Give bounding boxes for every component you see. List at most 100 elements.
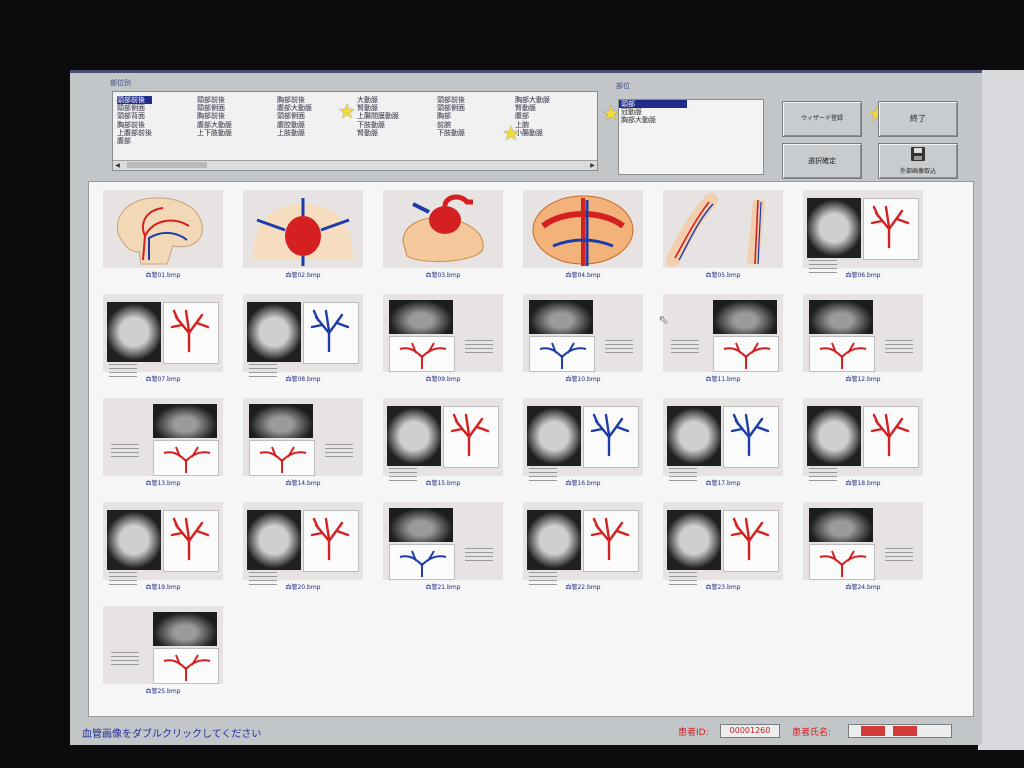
angiogram-image: [103, 190, 223, 268]
category-item[interactable]: 頭部前後: [437, 96, 465, 104]
angiogram-image: [243, 398, 363, 476]
category-item[interactable]: 下肢動脈: [437, 129, 465, 137]
vessel-drawing: [443, 406, 499, 468]
thumbnail-item[interactable]: 血管04.bmp: [523, 190, 643, 280]
thumbnail-item[interactable]: 血管20.bmp: [243, 502, 363, 592]
exit-button[interactable]: 終了: [878, 101, 958, 137]
selected-item[interactable]: 冠動脈: [619, 108, 763, 116]
category-item[interactable]: 腹腔動脈: [277, 121, 312, 129]
thumbnail-item[interactable]: 血管11.bmp: [663, 294, 783, 384]
category-item[interactable]: 小腸動脈: [515, 129, 550, 137]
thumbnail-item[interactable]: 血管24.bmp: [803, 502, 923, 592]
xray-photo: [387, 406, 441, 466]
thumbnail-item[interactable]: 血管16.bmp: [523, 398, 643, 488]
thumbnail-item[interactable]: 血管22.bmp: [523, 502, 643, 592]
thumbnail-caption: 血管22.bmp: [565, 584, 601, 591]
category-item[interactable]: 下肢動脈: [357, 121, 399, 129]
thumbnail-item[interactable]: 血管02.bmp: [243, 190, 363, 280]
category-item[interactable]: 大動脈: [357, 96, 399, 104]
category-item[interactable]: 上腹部前後: [117, 129, 152, 137]
thumbnail-item[interactable]: 血管06.bmp: [803, 190, 923, 280]
thumbnail-item[interactable]: 血管01.bmp: [103, 190, 223, 280]
patient-id-label: 患者ID:: [678, 728, 709, 738]
xray-photo: [809, 508, 873, 542]
category-item-selected[interactable]: 頭部前後: [117, 96, 152, 105]
category-item[interactable]: 頸部前後: [197, 96, 232, 104]
category-column: 大動脈 腎動脈 上腸間膜動脈 下肢動脈 腎動脈: [357, 96, 399, 137]
category-item[interactable]: 上肢動脈: [277, 129, 312, 137]
thumbnail-item[interactable]: 血管25.bmp: [103, 606, 223, 696]
text-notes: [111, 652, 139, 672]
category-item[interactable]: 腹部: [515, 112, 550, 120]
category-item[interactable]: 胸部前後: [117, 121, 152, 129]
category-item[interactable]: 前腕: [437, 121, 465, 129]
thumbnail-caption: 血管17.bmp: [705, 480, 741, 487]
thumbnail-caption: 血管07.bmp: [145, 376, 181, 383]
wizard-register-button[interactable]: ウィザード登録: [782, 101, 862, 137]
category-item[interactable]: 胸部前後: [197, 112, 232, 120]
xray-photo: [527, 406, 581, 466]
category-item[interactable]: 腹部大動脈: [197, 121, 232, 129]
selected-group-label: 部位: [616, 82, 630, 90]
xray-photo: [809, 300, 873, 334]
thumbnail-item[interactable]: 血管08.bmp: [243, 294, 363, 384]
thumbnail-item[interactable]: 血管17.bmp: [663, 398, 783, 488]
vessel-drawing: [529, 336, 595, 372]
thumbnail-caption: 血管20.bmp: [285, 584, 321, 591]
vessel-drawing: [723, 510, 779, 572]
category-item[interactable]: 胸部: [437, 112, 465, 120]
import-external-image-button[interactable]: 外部画像取込: [878, 143, 958, 179]
thumbnail-item[interactable]: 血管13.bmp: [103, 398, 223, 488]
thumbnail-item[interactable]: 血管09.bmp: [383, 294, 503, 384]
thumbnail-item[interactable]: 血管14.bmp: [243, 398, 363, 488]
vessel-drawing: [163, 510, 219, 572]
xray-photo: [389, 300, 453, 334]
thumbnail-item[interactable]: 血管10.bmp: [523, 294, 643, 384]
thumbnail-item[interactable]: 血管18.bmp: [803, 398, 923, 488]
thumbnail-item[interactable]: 血管12.bmp: [803, 294, 923, 384]
thumbnail-caption: 血管25.bmp: [145, 688, 181, 695]
thumbnail-item[interactable]: 血管05.bmp: [663, 190, 783, 280]
confirm-selection-button[interactable]: 選択確定: [782, 143, 862, 179]
scrollbar-thumb[interactable]: [127, 162, 207, 168]
category-item[interactable]: 頭部背面: [117, 112, 152, 120]
category-item[interactable]: 上腸間膜動脈: [357, 112, 399, 120]
angiogram-image: [103, 502, 223, 585]
thumbnail-caption: 血管01.bmp: [145, 272, 181, 279]
vessel-drawing: [153, 648, 219, 684]
selected-item[interactable]: 頭部: [619, 100, 687, 108]
category-item[interactable]: 胸部前後: [277, 96, 312, 104]
category-item[interactable]: 上下肢動脈: [197, 129, 232, 137]
patient-name-field[interactable]: [848, 724, 952, 738]
scroll-left-icon[interactable]: ◀: [113, 161, 122, 170]
thumbnail-item[interactable]: 血管15.bmp: [383, 398, 503, 488]
category-item[interactable]: 腹部: [117, 137, 152, 145]
angiogram-image: [103, 294, 223, 377]
selected-item[interactable]: 胸部大動脈: [619, 116, 763, 124]
text-notes: [465, 548, 493, 568]
thumbnail-item[interactable]: 血管07.bmp: [103, 294, 223, 384]
vessel-drawing: [303, 302, 359, 364]
thumbnail-item[interactable]: 血管23.bmp: [663, 502, 783, 592]
angiogram-image: [663, 502, 783, 585]
scroll-right-icon[interactable]: ▶: [588, 161, 597, 170]
thumbnail-caption: 血管10.bmp: [565, 376, 601, 383]
xray-photo: [107, 302, 161, 362]
thumbnail-caption: 血管06.bmp: [845, 272, 881, 279]
category-item[interactable]: 胸部大動脈: [515, 96, 550, 104]
vessel-drawing: [389, 336, 455, 372]
patient-id-field[interactable]: 00001260: [720, 724, 780, 738]
selected-list[interactable]: 頭部 冠動脈 胸部大動脈: [618, 99, 764, 175]
category-item[interactable]: 腎動脈: [357, 129, 399, 137]
thumbnail-caption: 血管24.bmp: [845, 584, 881, 591]
vessel-drawing: [809, 544, 875, 580]
thumbnail-caption: 血管14.bmp: [285, 480, 321, 487]
thumbnail-item[interactable]: 血管19.bmp: [103, 502, 223, 592]
thumbnail-caption: 血管02.bmp: [285, 272, 321, 279]
thumbnail-item[interactable]: 血管21.bmp: [383, 502, 503, 592]
category-item[interactable]: 上腕: [515, 121, 550, 129]
thumbnail-item[interactable]: 血管03.bmp: [383, 190, 503, 280]
category-item[interactable]: 頭部側面: [277, 112, 312, 120]
angiogram-image: [663, 398, 783, 481]
category-scrollbar[interactable]: ◀ ▶: [113, 160, 597, 170]
